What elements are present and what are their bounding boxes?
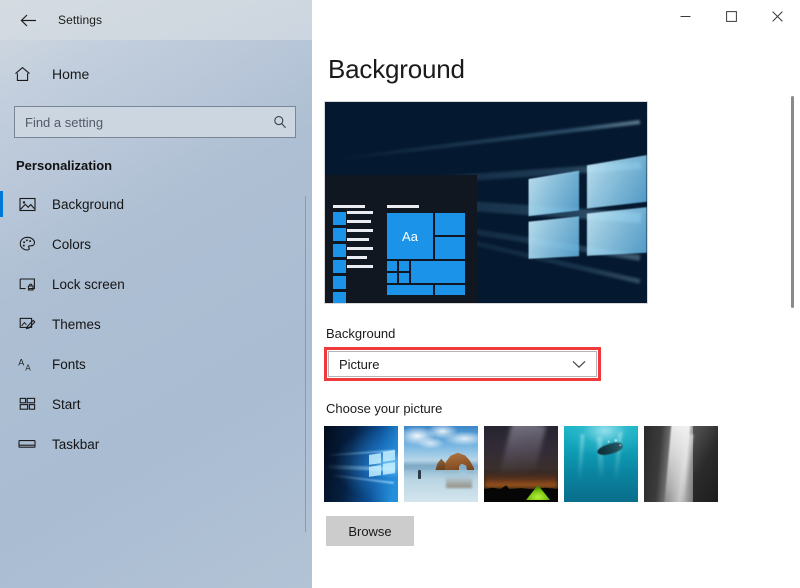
home-icon bbox=[14, 66, 40, 82]
background-dropdown-highlight: Picture bbox=[324, 347, 601, 381]
close-button[interactable] bbox=[754, 0, 800, 32]
minimize-icon bbox=[680, 11, 691, 22]
window-body: Home Personalization bbox=[0, 0, 800, 588]
maximize-icon bbox=[725, 10, 737, 22]
picture-icon bbox=[16, 194, 38, 214]
thumbnail-waterfall-bw[interactable] bbox=[644, 426, 718, 502]
sidebar-item-themes[interactable]: Themes bbox=[0, 307, 312, 341]
maximize-button[interactable] bbox=[708, 0, 754, 32]
svg-text:A: A bbox=[18, 357, 24, 367]
back-button[interactable] bbox=[6, 4, 50, 36]
search-icon[interactable] bbox=[271, 115, 289, 129]
sidebar-item-label: Colors bbox=[52, 236, 92, 252]
start-menu-tiles: Aa bbox=[387, 213, 465, 295]
start-icon bbox=[16, 394, 38, 414]
window-caption-buttons bbox=[662, 0, 800, 32]
sidebar-home-label: Home bbox=[52, 66, 90, 82]
background-dropdown[interactable]: Picture bbox=[328, 351, 597, 377]
page-title: Background bbox=[328, 54, 465, 84]
minimize-button[interactable] bbox=[662, 0, 708, 32]
start-menu-group-header bbox=[387, 205, 419, 208]
windows-logo-graphic bbox=[528, 155, 647, 261]
lock-screen-icon bbox=[16, 274, 38, 294]
sidebar-item-taskbar[interactable]: Taskbar bbox=[0, 427, 312, 461]
thumbnail-night-sky-tent[interactable] bbox=[484, 426, 558, 502]
taskbar-icon bbox=[16, 434, 38, 454]
sidebar-section-title: Personalization bbox=[16, 158, 113, 173]
title-bar-left: Settings bbox=[0, 0, 312, 40]
palette-icon bbox=[16, 234, 38, 254]
background-field-label: Background bbox=[326, 326, 396, 341]
sidebar-item-label: Fonts bbox=[52, 356, 86, 372]
sidebar-item-start[interactable]: Start bbox=[0, 387, 312, 421]
main-content: Background Aa Background Picture Choose … bbox=[312, 0, 800, 588]
thumbnail-windows-hero[interactable] bbox=[324, 426, 398, 502]
thumbnail-beach-rock[interactable] bbox=[404, 426, 478, 502]
sidebar-item-label: Background bbox=[52, 196, 125, 212]
sidebar-scrollbar[interactable] bbox=[305, 196, 306, 532]
sidebar-item-label: Lock screen bbox=[52, 276, 125, 292]
sidebar-item-home[interactable]: Home bbox=[0, 56, 312, 92]
app-title: Settings bbox=[58, 13, 103, 27]
sidebar-item-background[interactable]: Background bbox=[0, 187, 312, 221]
thumbnail-underwater-diver[interactable] bbox=[564, 426, 638, 502]
title-bar: Settings bbox=[0, 0, 800, 40]
sidebar-nav: Background Colors Lock screen Themes A A… bbox=[0, 187, 312, 461]
svg-text:A: A bbox=[25, 363, 31, 372]
search-box[interactable] bbox=[14, 106, 296, 138]
start-menu-app-labels bbox=[347, 211, 373, 274]
sidebar-item-label: Start bbox=[52, 396, 81, 412]
back-arrow-icon bbox=[20, 14, 37, 27]
themes-icon bbox=[16, 314, 38, 334]
sidebar: Home Personalization bbox=[0, 0, 312, 588]
fonts-icon: A A bbox=[16, 354, 38, 374]
selection-indicator bbox=[0, 191, 3, 217]
sidebar-item-colors[interactable]: Colors bbox=[0, 227, 312, 261]
choose-picture-label: Choose your picture bbox=[326, 401, 443, 416]
settings-window: Home Personalization bbox=[0, 0, 800, 588]
picture-thumbnail-list bbox=[324, 426, 800, 502]
search-input[interactable] bbox=[25, 108, 271, 136]
browse-button[interactable]: Browse bbox=[326, 516, 414, 546]
sidebar-item-label: Taskbar bbox=[52, 436, 100, 452]
content-scrollbar[interactable] bbox=[791, 96, 794, 308]
sidebar-item-label: Themes bbox=[52, 316, 101, 332]
close-icon bbox=[771, 10, 783, 22]
sidebar-item-fonts[interactable]: A A Fonts bbox=[0, 347, 312, 381]
sidebar-item-lock-screen[interactable]: Lock screen bbox=[0, 267, 312, 301]
background-dropdown-value: Picture bbox=[339, 356, 380, 372]
preview-tile-text: Aa bbox=[402, 228, 418, 244]
start-menu-preview: Aa bbox=[325, 175, 477, 303]
desktop-preview: Aa bbox=[324, 101, 648, 304]
chevron-down-icon[interactable] bbox=[572, 360, 586, 369]
